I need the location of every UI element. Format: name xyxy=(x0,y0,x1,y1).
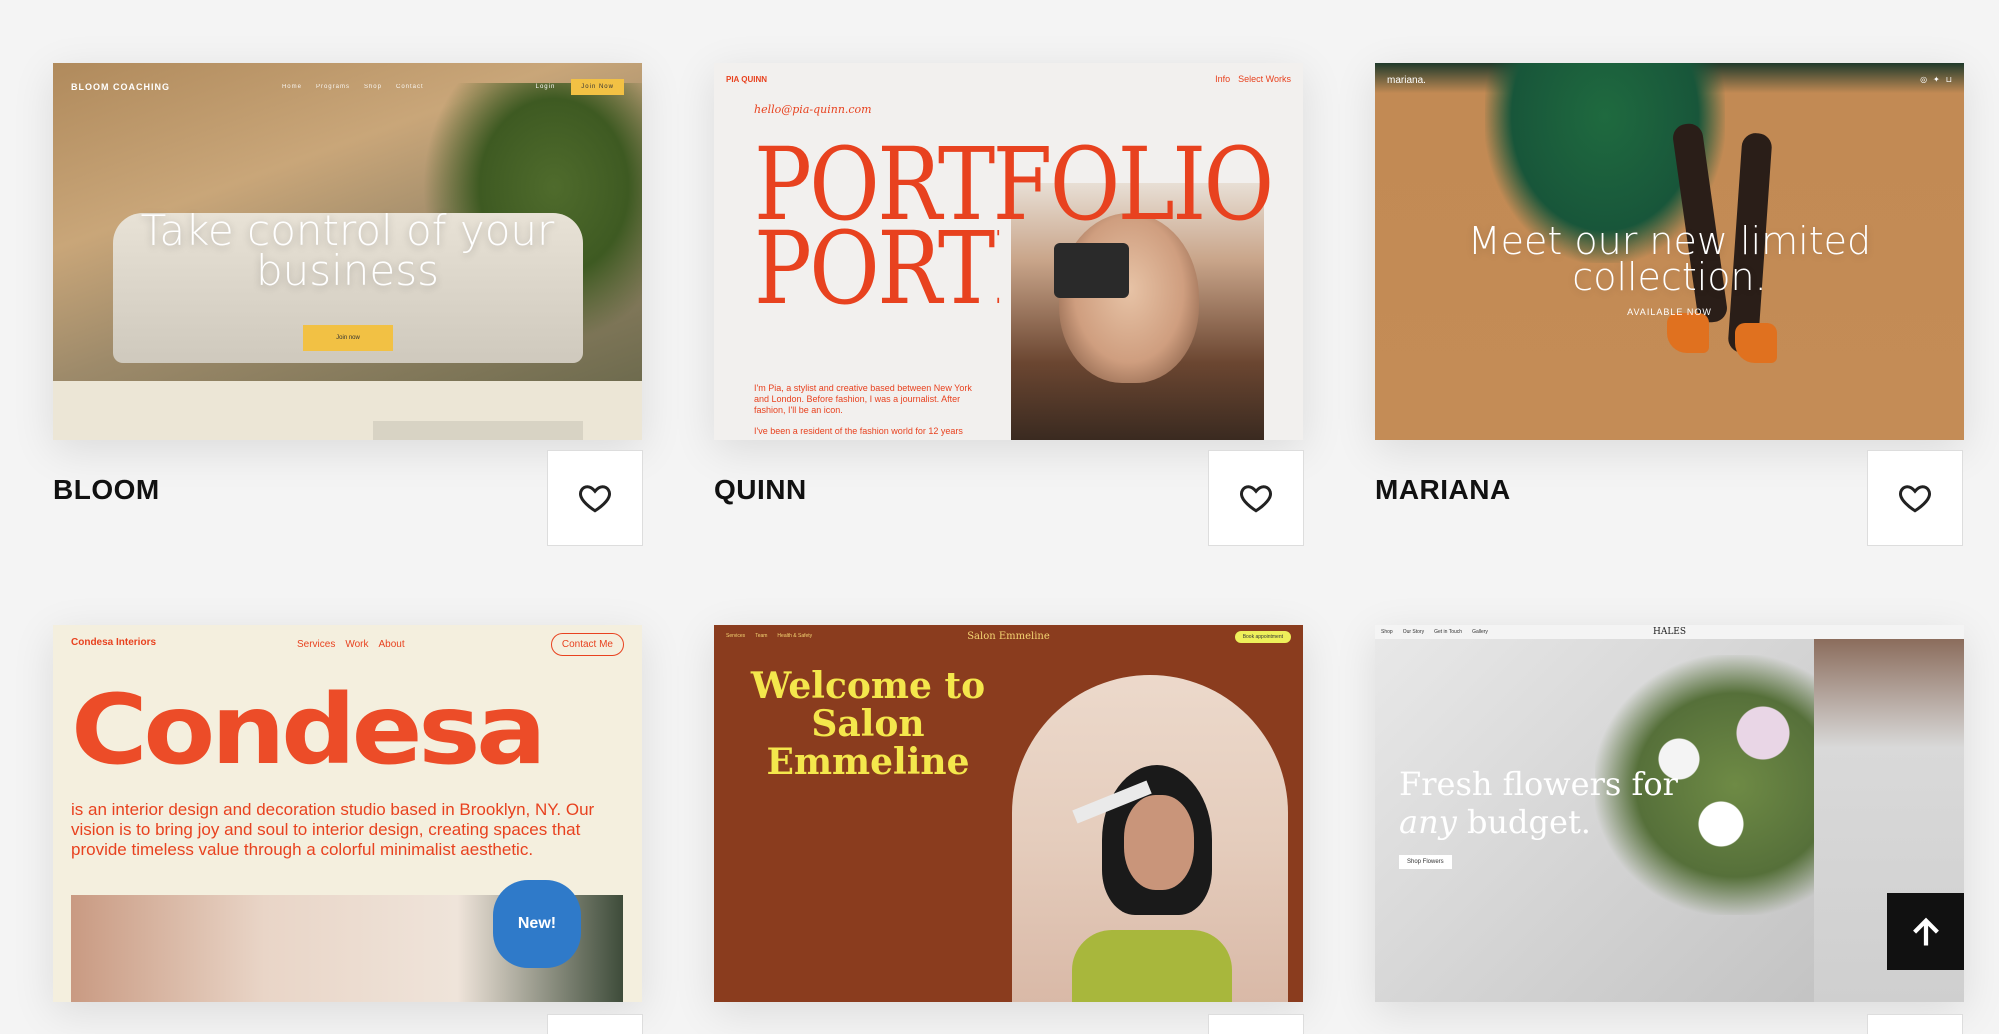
template-title[interactable]: QUINN xyxy=(714,474,807,506)
preview-headline: Meet our new limited collection. xyxy=(1467,219,1872,299)
favorite-button[interactable] xyxy=(1867,450,1963,546)
preview-brand: PIA QUINN xyxy=(726,75,768,84)
preview-nav-link: Services xyxy=(297,639,336,650)
preview-nav-link: Shop xyxy=(363,84,382,90)
arch-photo xyxy=(1012,675,1288,1002)
preview-subheadline: AVAILABLE NOW xyxy=(1627,307,1712,317)
shoe-image xyxy=(1667,313,1709,353)
preview-headline: PORTFOLIO PORTFOLIO xyxy=(754,126,1274,312)
preview-nav-link: Home xyxy=(281,84,302,90)
twitter-icon: ✦ xyxy=(1933,75,1940,84)
new-badge: New! xyxy=(493,880,581,968)
preview-cta-button: Shop Flowers xyxy=(1399,855,1452,869)
heart-outline-icon xyxy=(1240,485,1272,513)
top-image xyxy=(1072,930,1232,1002)
preview-nav-link: Programs xyxy=(315,84,350,90)
preview-nav-link: Work xyxy=(345,639,369,650)
heart-outline-icon xyxy=(579,485,611,513)
template-preview-quinn[interactable]: PIA QUINN Info Select Works hello@pia-qu… xyxy=(714,63,1303,440)
preview-join-button: Join Now xyxy=(571,79,624,95)
preview-icons: ◎ ✦ ⊔ xyxy=(1920,75,1952,84)
preview-nav-links: Info Select Works xyxy=(1215,74,1291,84)
template-preview-emmeline[interactable]: Services Team Health & Safety Salon Emme… xyxy=(714,625,1303,1002)
template-preview-mariana[interactable]: mariana. ◎ ✦ ⊔ Meet our new limited coll… xyxy=(1375,63,1964,440)
preview-brand: HALES xyxy=(1652,627,1687,637)
preview-headline-line2: PORTFOLIO xyxy=(754,227,999,311)
preview-book-button: Book appointment xyxy=(1234,631,1291,643)
template-preview-hales[interactable]: Shop Our Story Get in Touch Gallery HALE… xyxy=(1375,625,1964,1002)
preview-headline-line2: budget. xyxy=(1456,803,1591,841)
preview-headline: Fresh flowers for any budget. xyxy=(1399,765,1678,841)
preview-headline-line1: PORTFOLIO xyxy=(754,126,1274,243)
arrow-up-icon xyxy=(1912,917,1939,945)
template-preview-bloom[interactable]: BLOOM COACHING Home Programs Shop Contac… xyxy=(53,63,642,440)
template-title[interactable]: MARIANA xyxy=(1375,474,1511,506)
preview-nav-links: Services Work About xyxy=(297,639,405,650)
preview-nav-link: Select Works xyxy=(1238,74,1291,84)
preview-headline: Condesa xyxy=(71,674,547,786)
template-card-bloom[interactable]: BLOOM COACHING Home Programs Shop Contac… xyxy=(53,63,643,546)
preview-paragraph-2: I've been a resident of the fashion worl… xyxy=(754,426,963,436)
preview-nav-link: About xyxy=(378,639,405,650)
heart-outline-icon xyxy=(1899,485,1931,513)
preview-contact-button: Contact Me xyxy=(550,633,624,656)
shoe-image xyxy=(1735,323,1777,363)
model-face-image xyxy=(1124,795,1194,890)
preview-nav: BLOOM COACHING Home Programs Shop Contac… xyxy=(71,79,624,95)
scroll-to-top-button[interactable] xyxy=(1887,893,1964,970)
favorite-button[interactable] xyxy=(1208,450,1304,546)
template-card-hales[interactable]: Shop Our Story Get in Touch Gallery HALE… xyxy=(1375,625,1964,1034)
preview-nav-link: Contact xyxy=(395,84,424,90)
template-card-condesa[interactable]: Condesa Interiors Services Work About Co… xyxy=(53,625,643,1034)
favorite-button[interactable] xyxy=(1867,1014,1963,1034)
preview-login: Login xyxy=(535,84,556,90)
preview-headline: Take control of your business xyxy=(140,206,555,295)
instagram-icon: ◎ xyxy=(1920,75,1928,84)
favorite-button[interactable] xyxy=(547,450,643,546)
template-card-mariana[interactable]: mariana. ◎ ✦ ⊔ Meet our new limited coll… xyxy=(1375,63,1964,546)
preview-nav-link: Info xyxy=(1215,74,1231,84)
template-title[interactable]: BLOOM xyxy=(53,474,160,506)
preview-email: hello@pia-quinn.com xyxy=(754,103,872,116)
preview-strip xyxy=(373,421,583,440)
preview-headline: Welcome to Salon Emmeline xyxy=(750,665,986,783)
favorite-button[interactable] xyxy=(547,1014,643,1034)
preview-headline-emphasis: any xyxy=(1399,803,1457,841)
template-card-quinn[interactable]: PIA QUINN Info Select Works hello@pia-qu… xyxy=(714,63,1304,546)
preview-nav-links: Home Programs Shop Contact xyxy=(282,84,424,90)
cart-icon: ⊔ xyxy=(1945,75,1952,84)
preview-brand: Condesa Interiors xyxy=(71,637,157,648)
favorite-button[interactable] xyxy=(1208,1014,1304,1034)
preview-brand: mariana. xyxy=(1387,75,1426,86)
preview-cta-button: Join now xyxy=(303,325,393,351)
preview-description: is an interior design and decoration stu… xyxy=(71,800,595,859)
template-gallery: BLOOM COACHING Home Programs Shop Contac… xyxy=(0,0,1999,1034)
preview-brand: BLOOM COACHING xyxy=(71,82,170,92)
template-card-emmeline[interactable]: Services Team Health & Safety Salon Emme… xyxy=(714,625,1304,1034)
template-preview-condesa[interactable]: Condesa Interiors Services Work About Co… xyxy=(53,625,642,1002)
preview-nav-right: Login Join Now xyxy=(536,79,624,95)
preview-brand: Salon Emmeline xyxy=(967,631,1050,642)
preview-paragraph: I'm Pia, a stylist and creative based be… xyxy=(754,383,972,415)
preview-headline-line1: Fresh flowers for xyxy=(1399,765,1678,803)
camera-image xyxy=(1054,243,1129,298)
